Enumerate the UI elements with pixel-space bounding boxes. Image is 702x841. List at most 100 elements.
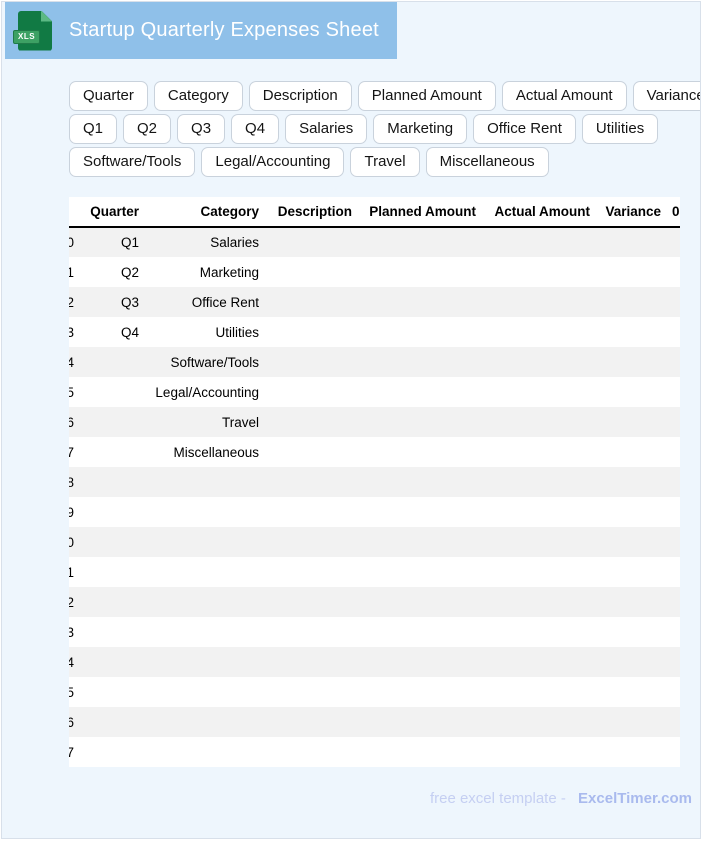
chip-quarter[interactable]: Quarter — [69, 81, 148, 111]
cell — [362, 737, 486, 767]
cell — [486, 317, 600, 347]
cell — [600, 707, 671, 737]
table-row: 14 — [69, 647, 680, 677]
cell — [269, 377, 362, 407]
cell — [671, 707, 680, 737]
cell — [362, 287, 486, 317]
chip-miscellaneous[interactable]: Miscellaneous — [425, 147, 549, 177]
chip-travel[interactable]: Travel — [350, 147, 420, 177]
cell — [149, 737, 269, 767]
cell — [362, 437, 486, 467]
cell — [269, 227, 362, 257]
cell — [269, 407, 362, 437]
cell — [486, 587, 600, 617]
cell — [486, 737, 600, 767]
cell — [269, 527, 362, 557]
cell — [362, 557, 486, 587]
cell — [486, 257, 600, 287]
cell — [74, 707, 149, 737]
cell — [74, 497, 149, 527]
cell: Legal/Accounting — [155, 384, 259, 400]
cell — [600, 527, 671, 557]
chip-software-tools[interactable]: Software/Tools — [69, 147, 196, 177]
cell — [600, 617, 671, 647]
cell — [74, 737, 149, 767]
chip-variance[interactable]: Variance — [632, 81, 700, 111]
cell — [149, 497, 269, 527]
exceltimer-link[interactable]: ExcelTimer.com — [578, 790, 692, 807]
column-header: Quarter — [74, 197, 149, 228]
chip-actual-amount[interactable]: Actual Amount — [501, 81, 627, 111]
cell — [486, 437, 600, 467]
chip-q1[interactable]: Q1 — [69, 114, 118, 144]
chip-description[interactable]: Description — [248, 81, 352, 111]
page: XLS Startup Quarterly Expenses Sheet Qua… — [1, 1, 701, 839]
cell — [600, 437, 671, 467]
chip-q4[interactable]: Q4 — [231, 114, 280, 144]
chip-utilities[interactable]: Utilities — [581, 114, 659, 144]
cell — [149, 557, 269, 587]
table-row: 4Software/Tools — [69, 347, 680, 377]
cell: Salaries — [210, 235, 259, 250]
expenses-table: Quarter Category Description Planned Amount… — [69, 197, 680, 767]
cell — [74, 437, 149, 467]
footer: free excel template - ExcelTimer.com — [2, 790, 700, 807]
chip-office-rent[interactable]: Office Rent — [473, 114, 576, 144]
column-header: Planned Amount — [362, 197, 486, 228]
cell: Software/Tools — [170, 354, 259, 370]
cell — [486, 377, 600, 407]
cell — [362, 347, 486, 377]
cell — [362, 227, 486, 257]
chip-marketing[interactable]: Marketing — [373, 114, 468, 144]
cell: Q2 — [120, 264, 139, 280]
cell — [486, 707, 600, 737]
chip-legal-accounting[interactable]: Legal/Accounting — [201, 147, 345, 177]
table-row: 17 — [69, 737, 680, 767]
cell — [362, 647, 486, 677]
cell — [74, 617, 149, 647]
cell — [269, 707, 362, 737]
chip-salaries[interactable]: Salaries — [285, 114, 368, 144]
table-row: 7Miscellaneous — [69, 437, 680, 467]
cell — [362, 467, 486, 497]
cell — [671, 437, 680, 467]
table-row: 11 — [69, 557, 680, 587]
table-row: 13 — [69, 617, 680, 647]
cell: Miscellaneous — [173, 444, 259, 460]
cell — [269, 557, 362, 587]
cell — [362, 527, 486, 557]
cell — [74, 347, 149, 377]
cell — [486, 557, 600, 587]
cell — [671, 377, 680, 407]
cell — [600, 227, 671, 257]
table-row: 0Q1Salaries — [69, 227, 680, 257]
cell — [269, 467, 362, 497]
cell — [600, 587, 671, 617]
xls-file-icon: XLS — [13, 10, 52, 51]
xls-badge: XLS — [13, 29, 41, 44]
cell — [486, 647, 600, 677]
chip-q3[interactable]: Q3 — [177, 114, 226, 144]
table-row: 2Q3Office Rent — [69, 287, 680, 317]
chip-q2[interactable]: Q2 — [123, 114, 172, 144]
cell — [671, 647, 680, 677]
cell — [671, 407, 680, 437]
cell — [600, 497, 671, 527]
table-row: 3Q4Utilities — [69, 317, 680, 347]
table-header: Quarter Category Description Planned Amount… — [69, 197, 680, 228]
cell — [671, 227, 680, 257]
cell — [74, 647, 149, 677]
cell — [149, 467, 269, 497]
cell — [671, 317, 680, 347]
cell — [671, 467, 680, 497]
page-title: Startup Quarterly Expenses Sheet — [69, 19, 379, 41]
cell — [600, 557, 671, 587]
cell — [74, 557, 149, 587]
chip-planned-amount[interactable]: Planned Amount — [357, 81, 496, 111]
cell — [74, 377, 149, 407]
chip-category[interactable]: Category — [153, 81, 243, 111]
cell — [600, 257, 671, 287]
cell — [269, 317, 362, 347]
column-header: Variance — [600, 197, 671, 228]
table-section: Quarter Category Description Planned Amount… — [69, 197, 680, 767]
